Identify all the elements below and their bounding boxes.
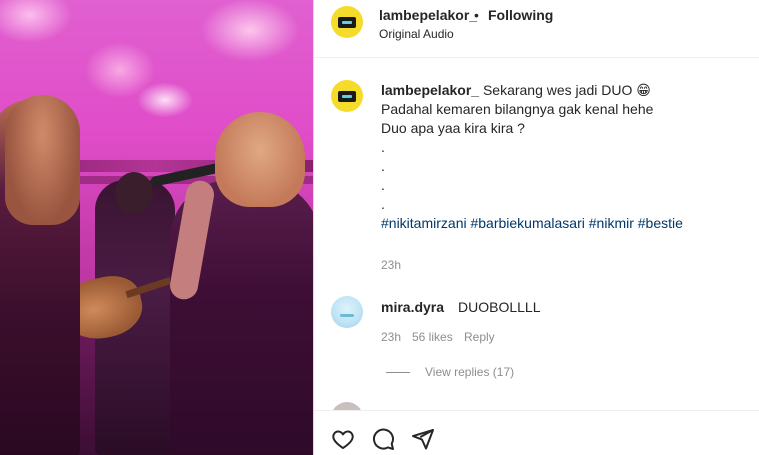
performer-left-hair <box>5 95 80 225</box>
caption-hashtags[interactable]: #nikitamirzani #barbiekumalasari #nikmir… <box>381 214 741 233</box>
send-icon[interactable] <box>411 427 435 451</box>
account-logo-icon <box>338 16 356 28</box>
caption-line-3: Duo apa yaa kira kira ? <box>381 120 525 136</box>
account-logo-icon <box>338 90 356 102</box>
view-replies-button[interactable]: View replies (17) <box>425 365 514 379</box>
following-button[interactable]: Following <box>488 7 553 23</box>
comment-timestamp[interactable]: 23h <box>381 330 401 344</box>
caption-dot: . <box>381 196 385 212</box>
comment-likes-count[interactable]: 56 likes <box>412 330 453 344</box>
comment-icon[interactable] <box>371 427 395 451</box>
guitarist-head <box>115 172 153 214</box>
caption-username[interactable]: lambepelakor_ <box>381 82 479 98</box>
post-username[interactable]: lambepelakor_ <box>379 7 477 23</box>
post-header: lambepelakor_ • Following Original Audio <box>314 0 759 58</box>
caption-dot: . <box>381 139 385 155</box>
heart-icon[interactable] <box>331 427 355 451</box>
account-avatar[interactable] <box>331 6 363 38</box>
view-replies-divider <box>386 372 410 373</box>
next-commenter-avatar[interactable] <box>331 402 363 410</box>
comment-username[interactable]: mira.dyra <box>381 299 444 315</box>
post-media-video[interactable] <box>0 0 313 455</box>
caption-line-2: Padahal kemaren bilangnya gak kenal hehe <box>381 101 654 117</box>
caption-dot: . <box>381 177 385 193</box>
comment-reply-button[interactable]: Reply <box>464 330 495 344</box>
caption-timestamp[interactable]: 23h <box>381 258 401 272</box>
caption-dot: . <box>381 158 385 174</box>
comments-section[interactable]: lambepelakor_ Sekarang wes jadi DUO 😁 Pa… <box>314 59 759 410</box>
caption-line-1: Sekarang wes jadi DUO 😁 <box>482 82 651 98</box>
commenter-avatar[interactable] <box>331 296 363 328</box>
caption-avatar[interactable] <box>331 80 363 112</box>
post-side-panel: lambepelakor_ • Following Original Audio… <box>313 0 759 455</box>
original-audio-link[interactable]: Original Audio <box>379 27 454 41</box>
post-caption: lambepelakor_ Sekarang wes jadi DUO 😁 Pa… <box>381 81 741 233</box>
comment-text: DUOBOLLLL <box>458 299 541 315</box>
post-actions-bar <box>314 410 759 455</box>
header-separator: • <box>474 7 479 23</box>
performer-right-hair <box>215 112 305 207</box>
